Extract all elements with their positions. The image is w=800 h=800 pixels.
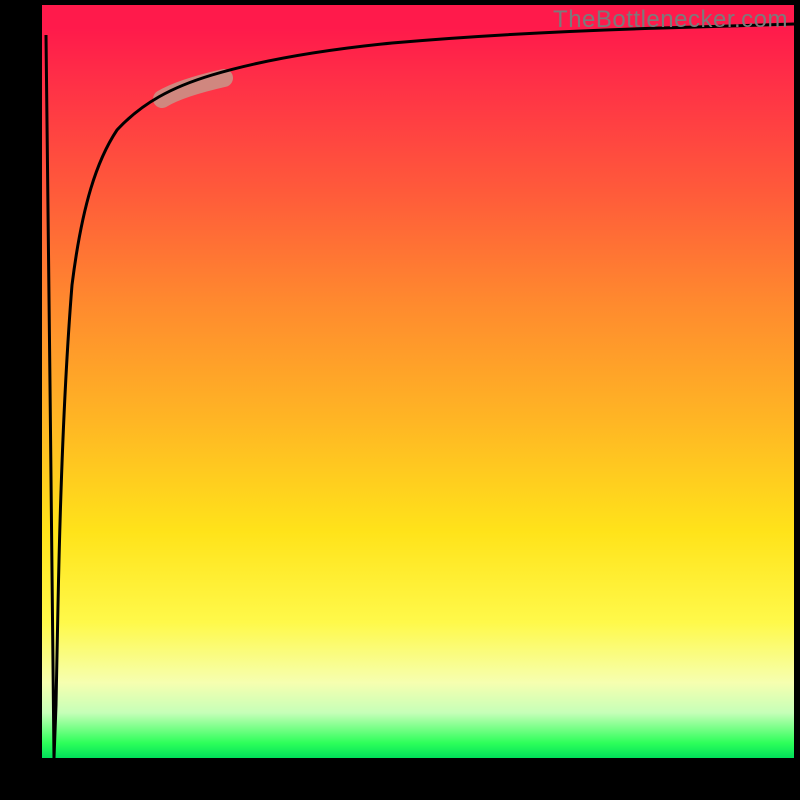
axis-frame-bottom: [0, 758, 800, 800]
axis-frame-left: [0, 0, 42, 800]
axis-frame-right: [794, 0, 800, 800]
plot-area: [42, 5, 794, 758]
watermark-text: TheBottlenecker.com: [553, 6, 788, 34]
bottleneck-curve: [42, 5, 794, 758]
curve-path: [46, 24, 794, 758]
chart-stage: TheBottlenecker.com: [0, 0, 800, 800]
